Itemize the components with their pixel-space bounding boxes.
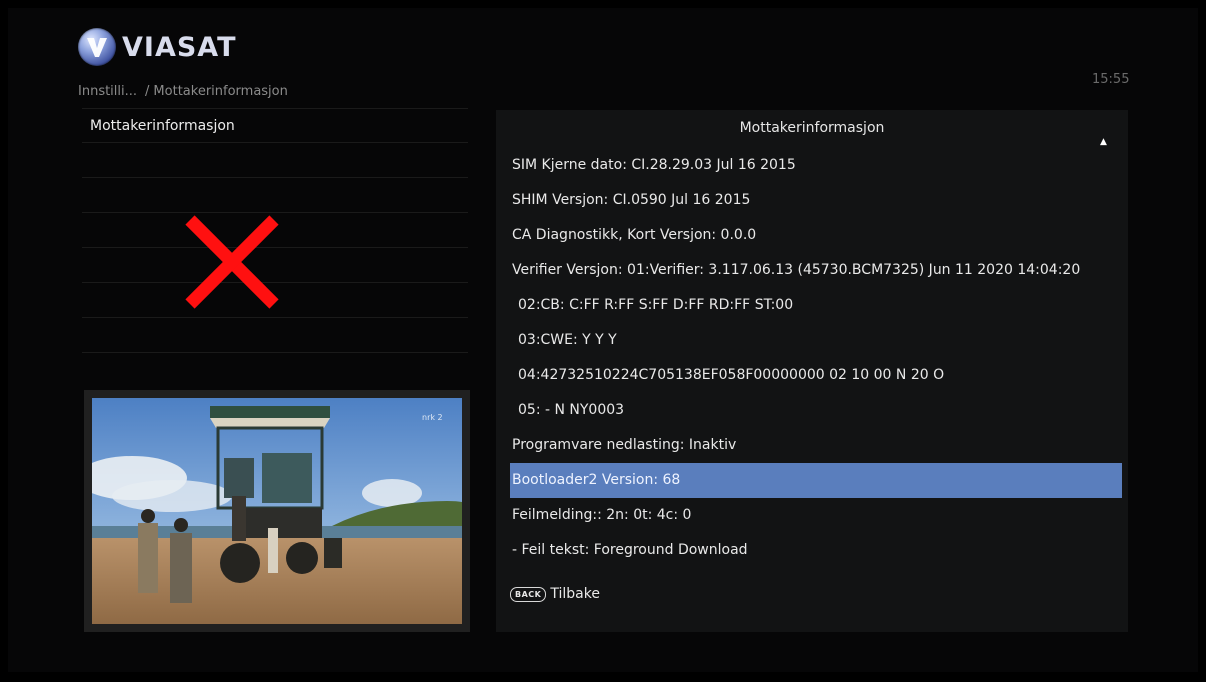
menu-row-empty	[82, 352, 468, 387]
info-row-programvare-nedlasting[interactable]: Programvare nedlasting: Inaktiv	[510, 428, 1122, 463]
back-key-icon: BACK	[510, 586, 547, 602]
info-row-verifier-04[interactable]: 04:42732510224C705138EF058F00000000 02 1…	[510, 358, 1122, 393]
info-row-feilmelding[interactable]: Feilmelding:: 2n: 0t: 4c: 0	[510, 498, 1122, 533]
red-cross-icon	[185, 215, 279, 309]
channel-logo: nrk 2	[422, 413, 443, 422]
menu-row-empty	[82, 177, 468, 212]
breadcrumb: Innstilli... / Mottakerinformasjon	[78, 84, 288, 99]
info-row-ca-diagnostikk[interactable]: CA Diagnostikk, Kort Versjon: 0.0.0	[510, 218, 1122, 253]
video-frame: nrk 2	[92, 398, 462, 624]
brand-name: VIASAT	[122, 31, 237, 63]
info-list: SIM Kjerne dato: CI.28.29.03 Jul 16 2015…	[510, 148, 1122, 568]
tv-preview[interactable]: nrk 2	[84, 390, 470, 632]
info-row-verifier-05[interactable]: 05: - N NY0003	[510, 393, 1122, 428]
info-row-shim-versjon[interactable]: SHIM Versjon: CI.0590 Jul 16 2015	[510, 183, 1122, 218]
breadcrumb-item-settings[interactable]: Innstilli...	[78, 84, 137, 99]
info-row-verifier-03[interactable]: 03:CWE: Y Y Y	[510, 323, 1122, 358]
breadcrumb-item-current: Mottakerinformasjon	[153, 84, 288, 99]
back-label: Tilbake	[550, 586, 600, 602]
menu-row-empty	[82, 317, 468, 352]
info-row-feil-tekst[interactable]: - Feil tekst: Foreground Download	[510, 533, 1122, 568]
clock: 15:55	[1092, 72, 1130, 87]
info-row-verifier-02[interactable]: 02:CB: C:FF R:FF S:FF D:FF RD:FF ST:00	[510, 288, 1122, 323]
info-row-verifier-versjon[interactable]: Verifier Versjon: 01:Verifier: 3.117.06.…	[510, 253, 1122, 288]
info-row-sim-kjerne[interactable]: SIM Kjerne dato: CI.28.29.03 Jul 16 2015	[510, 148, 1122, 183]
viasat-logo: VIASAT	[78, 28, 237, 66]
scroll-up-arrow-icon[interactable]: ▲	[1100, 137, 1107, 147]
menu-row-empty	[82, 142, 468, 177]
panel-title: Mottakerinformasjon	[739, 120, 885, 136]
back-hint[interactable]: BACK Tilbake	[510, 582, 600, 606]
info-row-bootloader2[interactable]: Bootloader2 Version: 68	[510, 463, 1122, 498]
viasat-logo-icon	[78, 28, 116, 66]
menu-item-mottakerinformasjon[interactable]: Mottakerinformasjon	[82, 108, 468, 142]
info-panel: Mottakerinformasjon ▲ SIM Kjerne dato: C…	[496, 110, 1128, 632]
